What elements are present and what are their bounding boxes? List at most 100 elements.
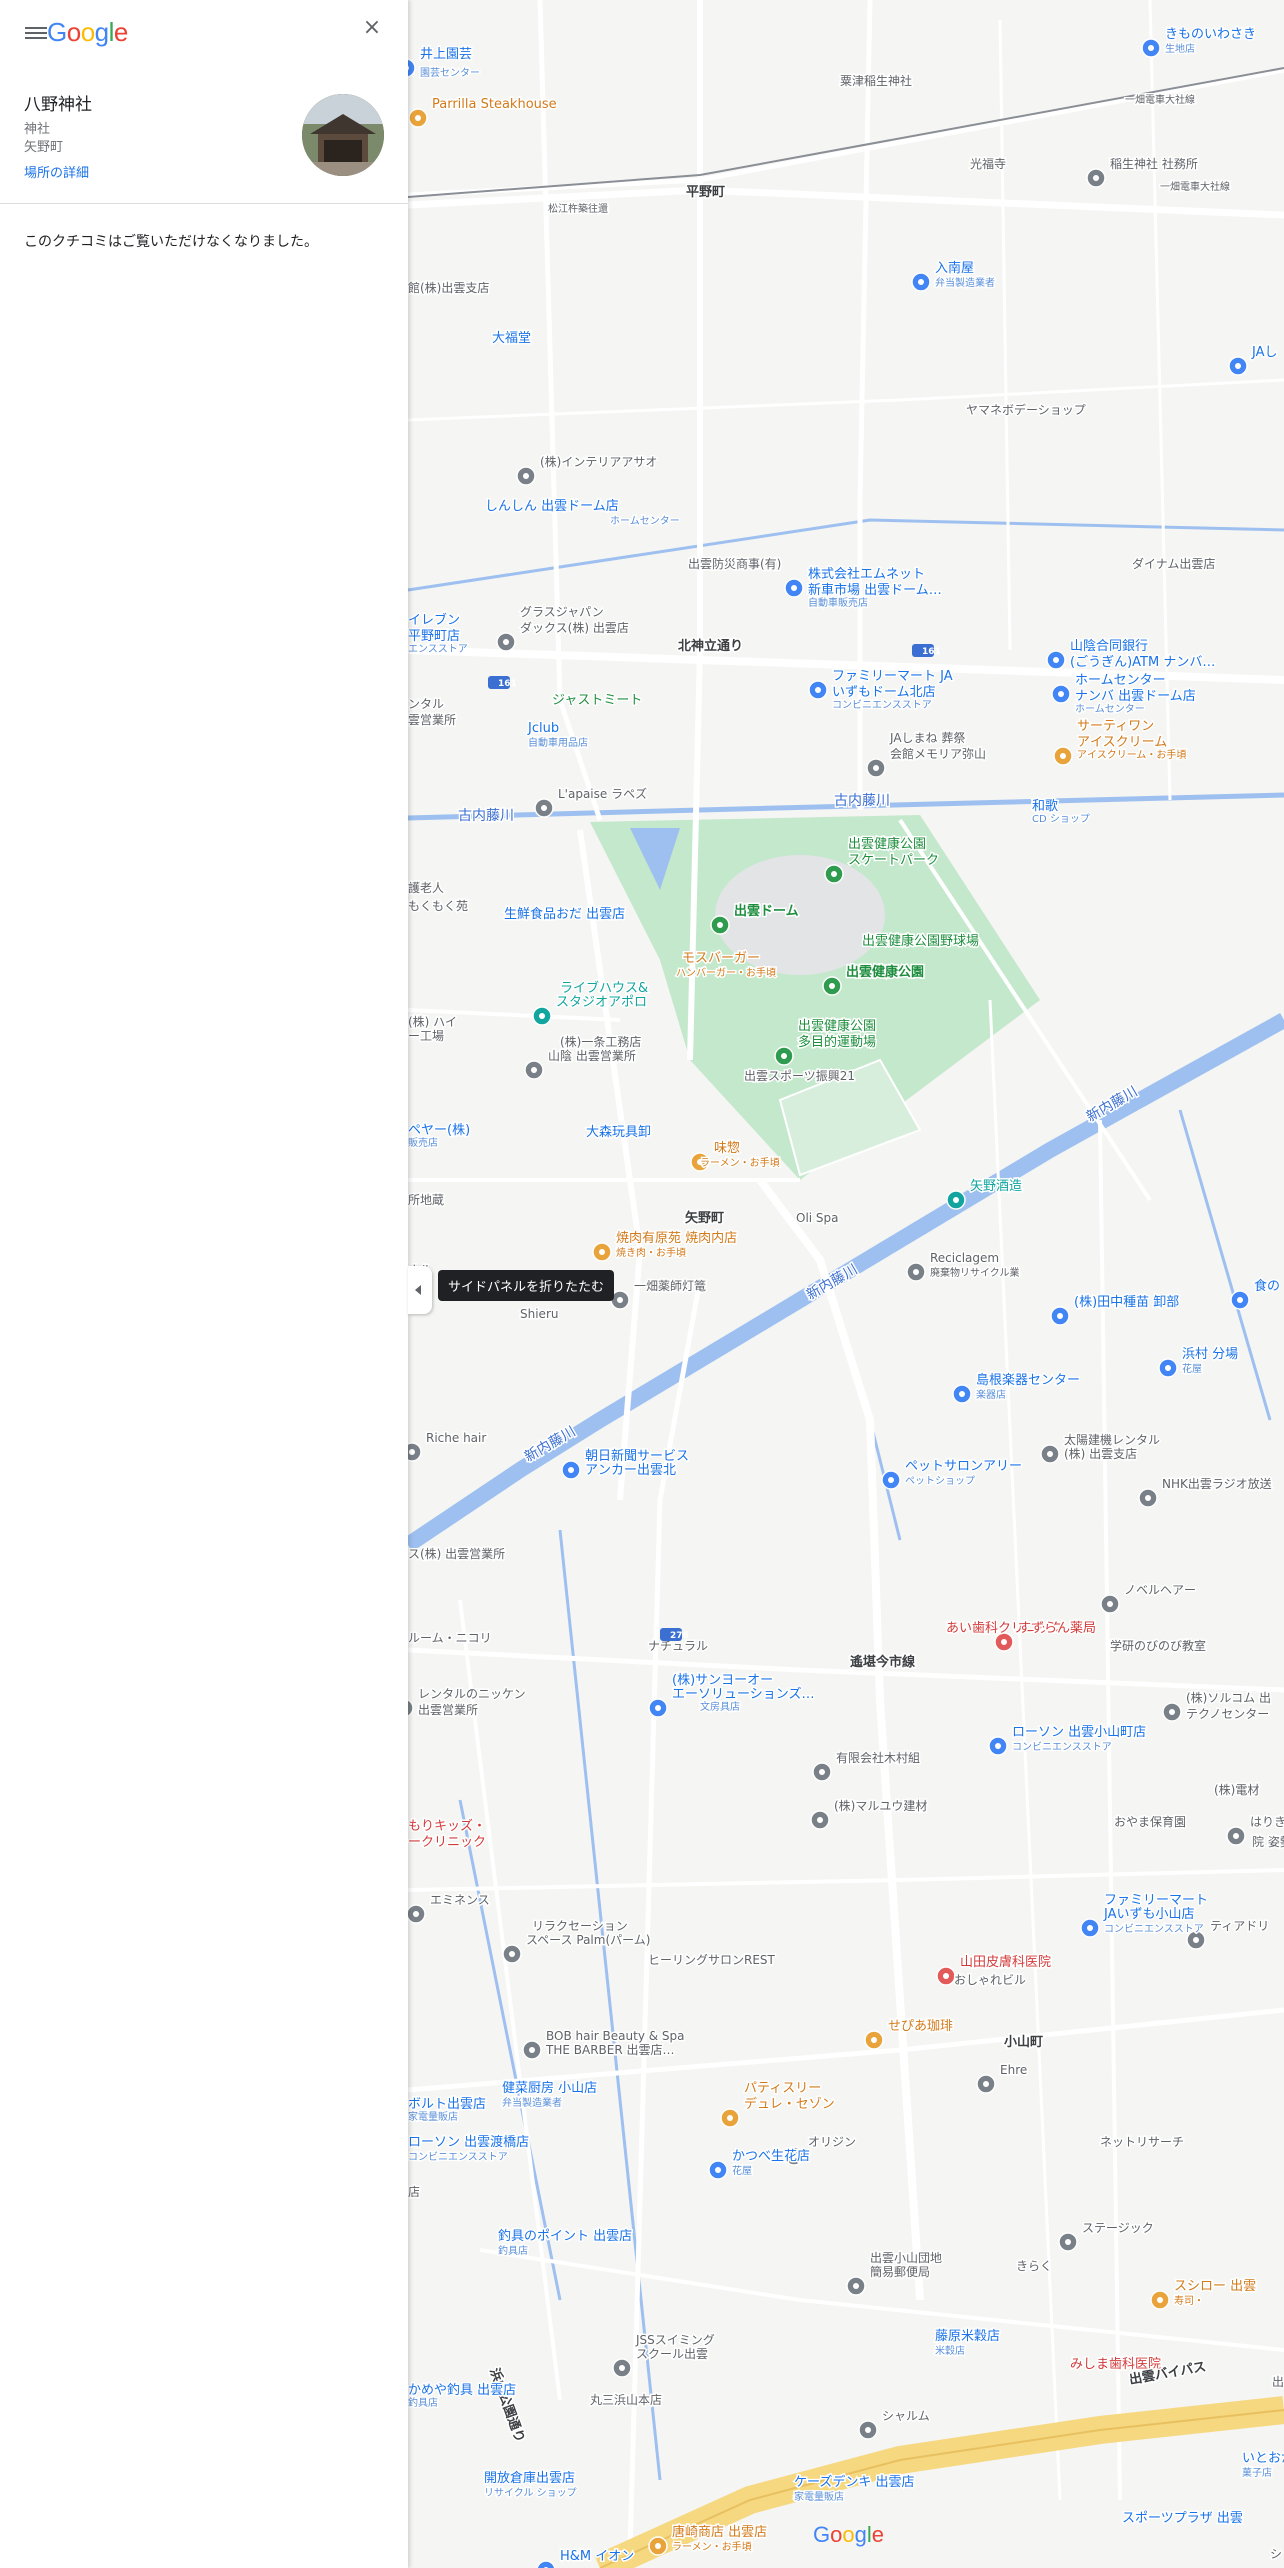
map-label[interactable]: 店 xyxy=(407,2184,422,2201)
poi-pin-icon[interactable] xyxy=(846,2276,866,2296)
map-label[interactable]: もくもく苑 xyxy=(407,898,470,915)
place-photo[interactable] xyxy=(302,94,384,176)
map-label[interactable]: H&M イオン xyxy=(559,2548,636,2566)
map-label[interactable]: 園芸センター xyxy=(419,65,482,81)
map-label[interactable]: 焼き肉・お手頃 xyxy=(615,1245,688,1261)
map-label[interactable]: スポーツプラザ 出雲 xyxy=(1121,2510,1245,2528)
map-label[interactable]: 出雲営業所 xyxy=(417,1702,480,1719)
map-label[interactable]: 出雲健康公園野球場 xyxy=(861,932,981,951)
map-label[interactable]: ホームセンター xyxy=(1074,702,1147,717)
map-label[interactable]: おしゃれビル xyxy=(953,1972,1028,1989)
map-label[interactable]: コンビニエンスストア xyxy=(1103,1922,1206,1937)
map-label[interactable]: (株)一条工務店 xyxy=(559,1033,643,1051)
map-label[interactable]: 出雲健康公園 xyxy=(847,835,928,854)
map-label[interactable]: オリジン xyxy=(807,2134,858,2151)
map-label[interactable]: サーティワン xyxy=(1076,718,1156,736)
map-label[interactable]: エミネンス xyxy=(429,1892,492,1909)
map-label[interactable]: JAいずも小山店 xyxy=(1102,1906,1197,1924)
map-label[interactable]: ラーメン・お手頃 xyxy=(671,2539,754,2555)
poi-pin-icon[interactable] xyxy=(648,2536,668,2556)
map-label[interactable]: THE BARBER 出雲店… xyxy=(544,2042,677,2059)
map-label[interactable]: 丸三浜山本店 xyxy=(589,2392,664,2409)
map-label[interactable]: 井上園芸 xyxy=(419,45,474,64)
map-label[interactable]: ティアドリ xyxy=(1209,1918,1271,1935)
map-label[interactable]: NHK出雲ラジオ放送 xyxy=(1161,1475,1274,1493)
map-label[interactable]: 自動車用品店 xyxy=(527,735,590,751)
map-label[interactable]: 唐崎商店 出雲店 xyxy=(671,2523,769,2542)
map-label[interactable]: ヤマネボデーショップ xyxy=(965,401,1088,419)
map-label[interactable]: BOB hair Beauty & Spa xyxy=(545,2028,687,2045)
poi-pin-icon[interactable] xyxy=(936,1966,956,1986)
map-label[interactable]: 一畑電車大社線 xyxy=(1159,179,1232,195)
poi-pin-icon[interactable] xyxy=(496,632,516,652)
map-label[interactable]: ダイナム出雲店 xyxy=(1131,555,1217,573)
map-label[interactable]: 小山町 xyxy=(1003,2033,1045,2052)
map-label[interactable]: 所地蔵 xyxy=(407,1192,446,1209)
map-label[interactable]: ジャストミート xyxy=(551,692,644,710)
map-label[interactable]: 館(株)出雲支店 xyxy=(407,279,491,297)
poi-pin-icon[interactable] xyxy=(561,1460,581,1480)
map-label[interactable]: ステージック xyxy=(1081,2220,1156,2237)
poi-pin-icon[interactable] xyxy=(808,680,828,700)
poi-pin-icon[interactable] xyxy=(1050,1306,1070,1326)
map-label[interactable]: 276 xyxy=(670,1631,689,1641)
map-label[interactable]: 家電量販店 xyxy=(793,2489,846,2505)
map-label[interactable]: 釣具店 xyxy=(497,2243,530,2259)
map-label[interactable]: 161 xyxy=(922,647,941,657)
map-label[interactable]: (株) 出雲支店 xyxy=(1063,1445,1139,1463)
map-label[interactable]: 販売店 xyxy=(407,1135,440,1151)
map-label[interactable]: 古内藤川 xyxy=(457,807,516,826)
map-label[interactable]: 粟津稲生神社 xyxy=(839,72,914,90)
map-label[interactable]: コンビニエンスストア xyxy=(407,2150,510,2165)
map-label[interactable]: 入南屋 xyxy=(934,259,976,278)
map-label[interactable]: 藤原米穀店 xyxy=(934,2328,1002,2346)
map-label[interactable]: テクノセンター xyxy=(1185,1706,1271,1723)
map-label[interactable]: アンカー出雲北 xyxy=(584,1462,678,1480)
map-label[interactable]: (株)ソルコム 出 xyxy=(1185,1689,1273,1707)
poi-pin-icon[interactable] xyxy=(784,578,804,598)
map-label[interactable]: ダックス(株) 出雲店 xyxy=(519,619,631,637)
map-label[interactable]: 出雲防災商事(有) xyxy=(687,555,783,573)
poi-pin-icon[interactable] xyxy=(774,1046,794,1066)
poi-pin-icon[interactable] xyxy=(1162,1702,1182,1722)
poi-pin-icon[interactable] xyxy=(710,915,730,935)
poi-pin-icon[interactable] xyxy=(810,1810,830,1830)
poi-pin-icon[interactable] xyxy=(592,1242,612,1262)
poi-pin-icon[interactable] xyxy=(406,1904,426,1924)
map-label[interactable]: L'apaise ラペズ xyxy=(557,785,649,803)
map-label[interactable]: シャルム xyxy=(881,2408,932,2425)
map-label[interactable]: パティスリー xyxy=(743,2080,823,2098)
poi-pin-icon[interactable] xyxy=(502,1944,522,1964)
poi-pin-icon[interactable] xyxy=(1150,2290,1170,2310)
poi-pin-icon[interactable] xyxy=(1051,684,1071,704)
map-label[interactable]: 遙堪今市線 xyxy=(849,1653,918,1672)
map-label[interactable]: ホームセンター xyxy=(609,514,682,529)
map-label[interactable]: スクール出雲 xyxy=(635,2346,710,2363)
map-label[interactable]: JAしまね 葬祭 xyxy=(888,730,967,747)
map-label[interactable]: きものいわさき xyxy=(1164,26,1258,44)
map-label[interactable]: グラスジャパン xyxy=(519,604,606,621)
poi-pin-icon[interactable] xyxy=(720,2108,740,2128)
map-label[interactable]: イレブン xyxy=(407,611,462,630)
poi-pin-icon[interactable] xyxy=(1086,168,1106,188)
map-label[interactable]: 食の xyxy=(1253,1277,1282,1296)
poi-pin-icon[interactable] xyxy=(952,1384,972,1404)
poi-pin-icon[interactable] xyxy=(708,2160,728,2180)
map-label[interactable]: シ xyxy=(1269,2546,1284,2563)
map-label[interactable]: ネットリサーチ xyxy=(1099,2134,1186,2151)
map-label[interactable]: はりき xyxy=(1249,1814,1284,1831)
map-label[interactable]: かめや釣具 出雲店 xyxy=(407,2381,518,2400)
map-label[interactable]: ローソン 出雲小山町店 xyxy=(1011,1724,1148,1742)
map-label[interactable]: (株)田中種苗 卸部 xyxy=(1073,1293,1181,1312)
menu-icon[interactable] xyxy=(25,24,47,42)
poi-pin-icon[interactable] xyxy=(522,2040,542,2060)
map-label[interactable]: 浜村 分場 xyxy=(1181,1346,1240,1364)
map-label[interactable]: 会館メモリア弥山 xyxy=(889,745,988,763)
map-label[interactable]: (株)サンヨーオー xyxy=(671,1672,775,1690)
map-label[interactable]: 和歌 xyxy=(1031,798,1060,816)
poi-pin-icon[interactable] xyxy=(534,798,554,818)
map-label[interactable]: 家電量販店 xyxy=(407,2109,460,2125)
map-label[interactable]: 太陽建機レンタル xyxy=(1063,1431,1162,1449)
poi-pin-icon[interactable] xyxy=(532,1006,552,1026)
map-label[interactable]: スタジオアポロ xyxy=(555,994,649,1012)
